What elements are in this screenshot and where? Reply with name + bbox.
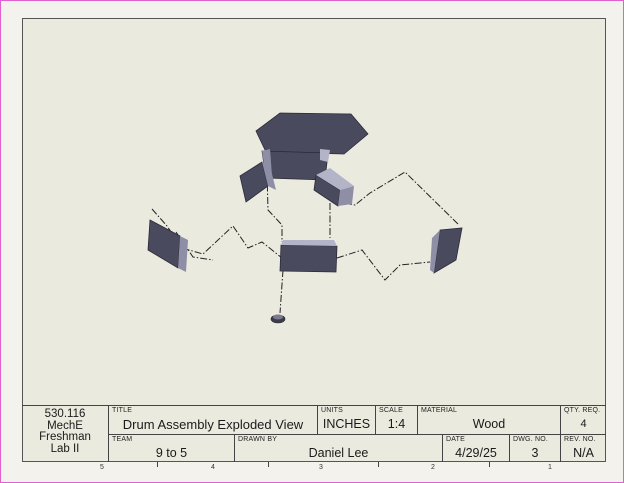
team-label: TEAM xyxy=(112,436,133,443)
zone-markers: 5 4 3 2 1 xyxy=(22,462,606,482)
school-course-number: 530.116 xyxy=(44,408,86,420)
material-value: Wood xyxy=(472,417,506,431)
center-lower-block xyxy=(279,240,338,273)
zone-label-3: 3 xyxy=(319,464,323,471)
zone-tick xyxy=(157,462,158,467)
title-label: TITLE xyxy=(112,407,133,414)
qty-value: 4 xyxy=(580,418,587,430)
drawn-by-cell: DRAWN BY Daniel Lee xyxy=(235,434,443,462)
drawn-by-label: DRAWN BY xyxy=(238,436,278,443)
units-value: INCHES xyxy=(322,417,371,431)
scale-label: SCALE xyxy=(379,407,403,414)
title-block: 530.116 MechE Freshman Lab II TITLE Drum… xyxy=(22,405,606,462)
team-value: 9 to 5 xyxy=(155,446,188,460)
date-value: 4/29/25 xyxy=(455,446,497,460)
scale-cell: SCALE 1:4 xyxy=(376,405,418,434)
qty-cell: QTY. REQ. 4 xyxy=(561,405,606,434)
dwg-no-value: 3 xyxy=(531,446,539,460)
bottom-small-part xyxy=(270,314,286,324)
rev-no-value: N/A xyxy=(573,446,594,460)
zone-label-1: 1 xyxy=(548,464,552,471)
school-info: 530.116 MechE Freshman Lab II xyxy=(22,405,109,462)
zone-label-5: 5 xyxy=(100,464,104,471)
zone-tick xyxy=(268,462,269,467)
date-label: DATE xyxy=(446,436,465,443)
explode-line-right-bottom xyxy=(336,249,431,281)
dwg-no-label: DWG. NO. xyxy=(513,436,549,443)
zone-tick xyxy=(378,462,379,467)
material-cell: MATERIAL Wood xyxy=(418,405,561,434)
far-right-panel xyxy=(430,227,463,274)
zone-label-4: 4 xyxy=(211,464,215,471)
school-lab: Lab II xyxy=(50,442,80,455)
rev-no-label: REV. NO. xyxy=(564,436,596,443)
drawing-sheet: 530.116 MechE Freshman Lab II TITLE Drum… xyxy=(0,0,624,483)
units-label: UNITS xyxy=(321,407,343,414)
zone-label-2: 2 xyxy=(431,464,435,471)
title-cell: TITLE Drum Assembly Exploded View xyxy=(109,405,318,434)
explode-line-bottom xyxy=(279,269,284,314)
scale-value: 1:4 xyxy=(387,417,406,431)
drawing-title: Drum Assembly Exploded View xyxy=(122,417,304,432)
qty-label: QTY. REQ. xyxy=(564,407,601,414)
far-left-panel xyxy=(147,219,188,272)
date-cell: DATE 4/29/25 xyxy=(443,434,510,462)
material-label: MATERIAL xyxy=(421,407,458,414)
school-level: Freshman xyxy=(39,431,91,443)
hexagon-top-plate xyxy=(255,112,369,155)
zone-tick xyxy=(489,462,490,467)
drawn-by-value: Daniel Lee xyxy=(308,446,369,460)
right-upper-panel xyxy=(313,168,354,207)
rev-no-cell: REV. NO. N/A xyxy=(561,434,606,462)
dwg-no-cell: DWG. NO. 3 xyxy=(510,434,561,462)
units-cell: UNITS INCHES xyxy=(318,405,376,434)
team-cell: TEAM 9 to 5 xyxy=(109,434,235,462)
